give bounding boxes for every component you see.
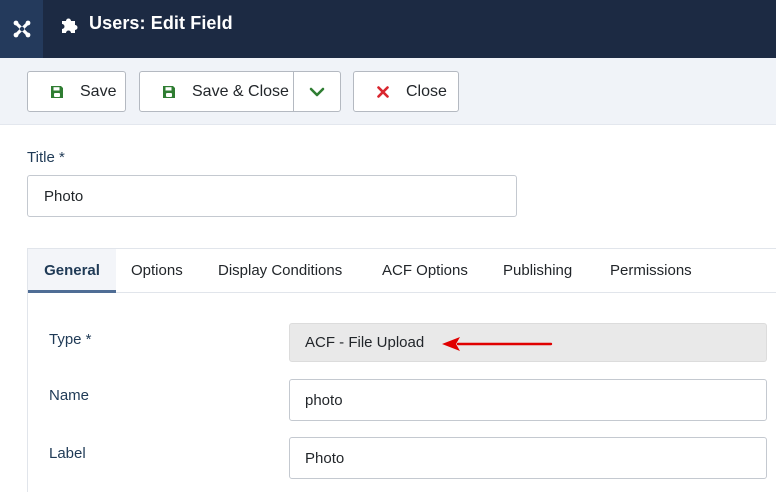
- title-field-label: Title *: [27, 149, 65, 166]
- name-field-label: Name: [49, 387, 90, 404]
- toolbar: Save Save & Close Close: [0, 58, 776, 125]
- joomla-logo-button[interactable]: [0, 0, 43, 58]
- chevron-down-icon: [309, 87, 325, 96]
- floppy-disk-icon: [160, 83, 178, 101]
- save-button-label: Save: [80, 82, 117, 100]
- tab-general[interactable]: General: [28, 249, 116, 293]
- label-field-label: Label: [49, 445, 86, 462]
- close-button-label: Close: [406, 82, 447, 100]
- tab-publishing[interactable]: Publishing: [503, 249, 572, 293]
- tab-options[interactable]: Options: [131, 249, 183, 293]
- close-button[interactable]: Close: [353, 71, 459, 112]
- page-title: Users: Edit Field: [89, 13, 233, 33]
- title-input[interactable]: [27, 175, 517, 217]
- name-input[interactable]: [289, 379, 767, 421]
- type-field-label: Type *: [49, 331, 92, 348]
- floppy-disk-icon: [48, 83, 66, 101]
- tab-acf-options[interactable]: ACF Options: [382, 249, 468, 293]
- tab-display-conditions[interactable]: Display Conditions: [218, 249, 342, 293]
- save-button[interactable]: Save: [27, 71, 126, 112]
- joomla-logo-icon: [13, 20, 30, 38]
- tab-bar: General Options Display Conditions ACF O…: [28, 249, 776, 293]
- save-close-button-label: Save & Close: [192, 82, 289, 100]
- x-icon: [374, 83, 392, 101]
- save-options-dropdown-button[interactable]: [293, 71, 341, 112]
- save-close-button[interactable]: Save & Close: [139, 71, 294, 112]
- puzzle-piece-icon: [62, 18, 78, 33]
- tab-permissions[interactable]: Permissions: [610, 249, 692, 293]
- annotation-arrow-icon: [442, 337, 553, 351]
- app-header: Users: Edit Field: [0, 0, 776, 58]
- label-input[interactable]: [289, 437, 767, 479]
